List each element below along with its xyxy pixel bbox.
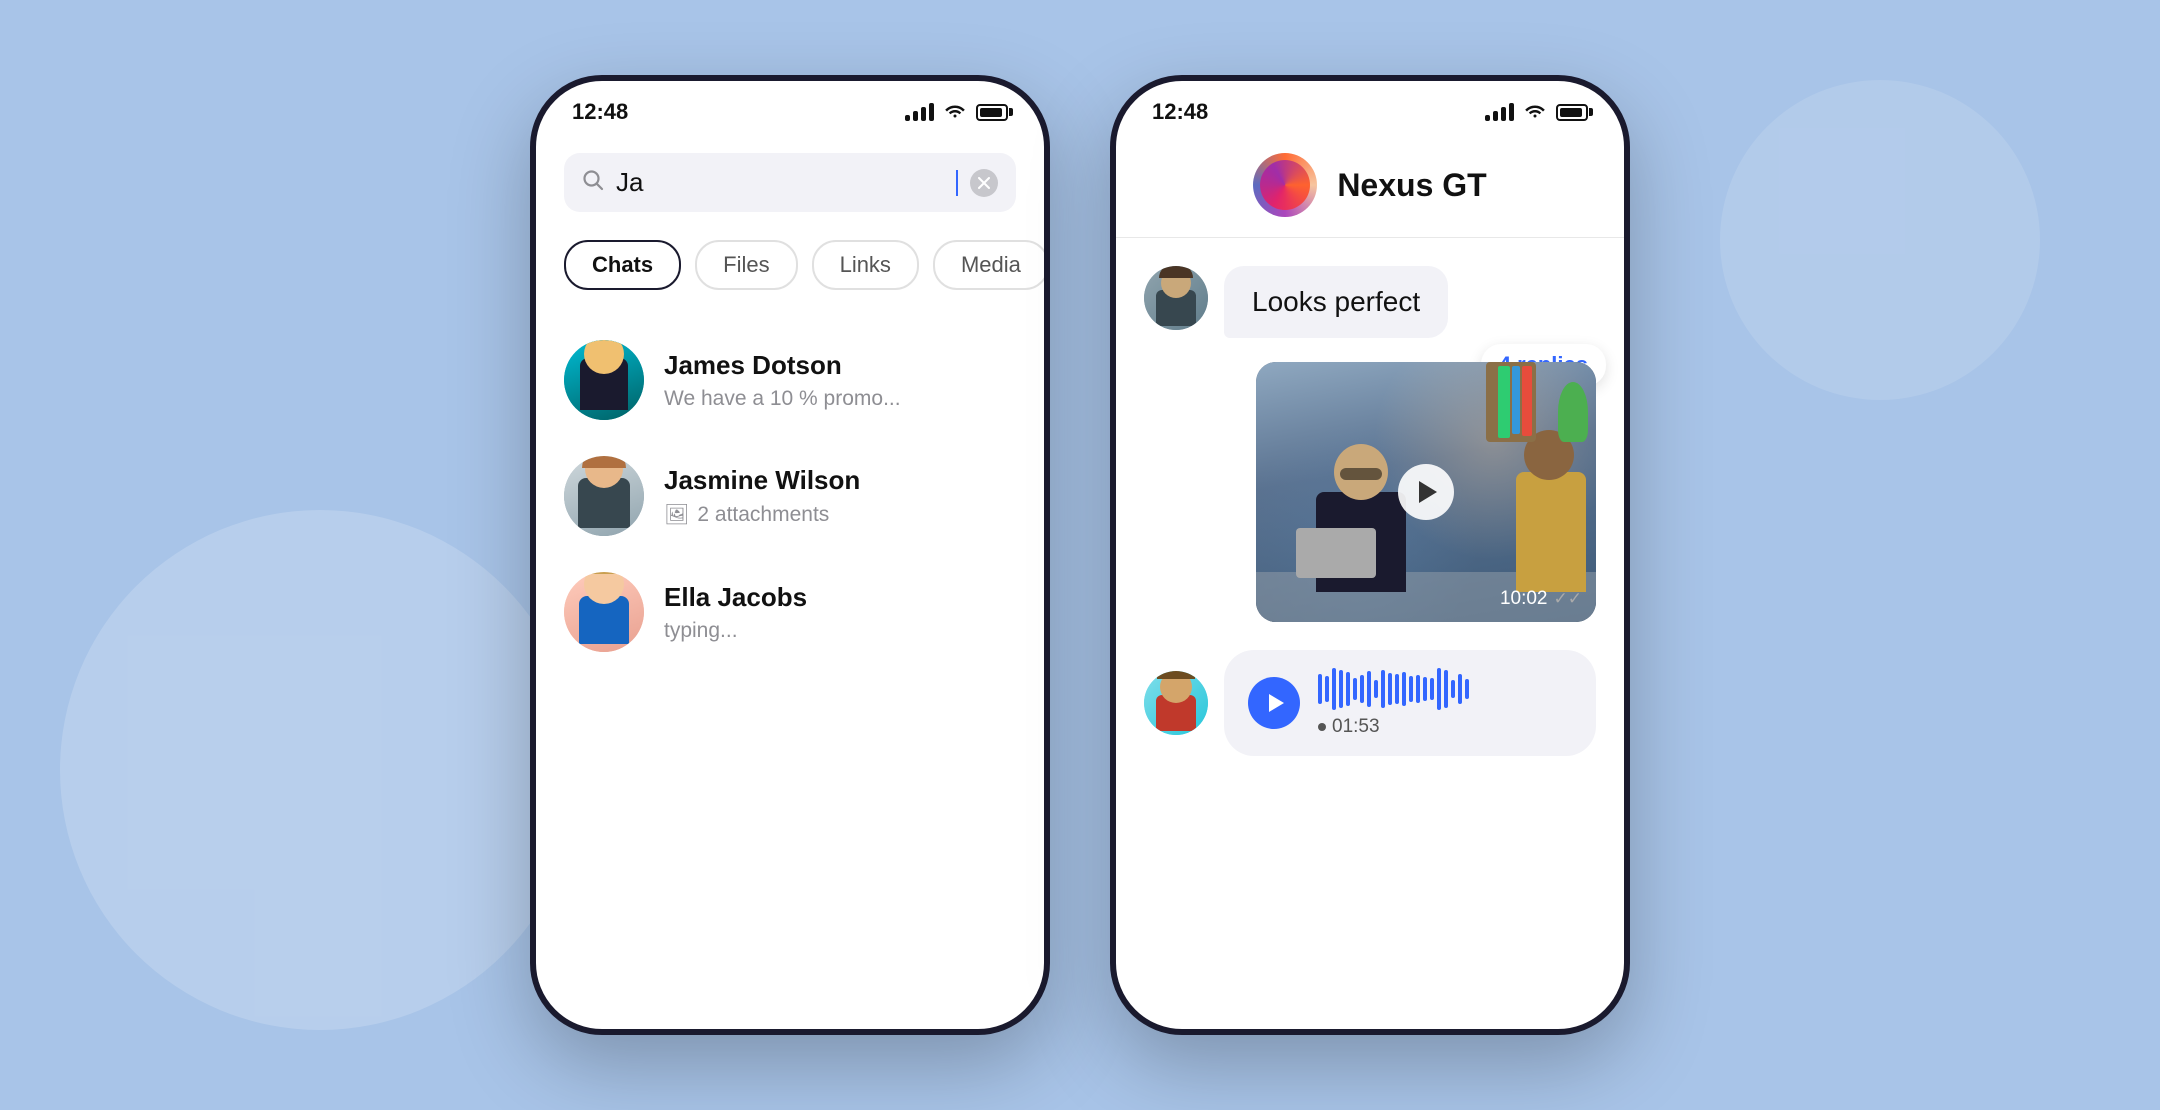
voice-content: 01:53 bbox=[1318, 668, 1469, 738]
video-container[interactable]: 4 replies bbox=[1256, 362, 1596, 622]
video-play-button[interactable] bbox=[1398, 464, 1454, 520]
wave-bar bbox=[1458, 674, 1462, 704]
voice-dot-icon bbox=[1318, 723, 1326, 731]
checkmarks-icon: ✓✓ bbox=[1554, 589, 1583, 609]
tab-links[interactable]: Links bbox=[812, 240, 919, 290]
phone-search: 12:48 bbox=[530, 75, 1050, 1035]
status-icons-1 bbox=[905, 102, 1008, 123]
wave-bar bbox=[1346, 672, 1350, 706]
wifi-icon-1 bbox=[944, 102, 966, 123]
wave-bar bbox=[1451, 680, 1455, 698]
chat-header: Nexus GT bbox=[1116, 133, 1624, 238]
tab-media[interactable]: Media bbox=[933, 240, 1049, 290]
chat-preview-james: We have a 10 % promo... bbox=[664, 387, 1016, 411]
voice-waveform bbox=[1318, 668, 1469, 710]
search-input-value[interactable]: Ja bbox=[616, 167, 942, 198]
battery-icon-1 bbox=[976, 104, 1008, 121]
chat-item-ella[interactable]: Ella Jacobs typing... bbox=[564, 554, 1016, 670]
wifi-icon-2 bbox=[1524, 102, 1546, 123]
wave-bar bbox=[1325, 676, 1329, 702]
chat-info-jasmine: Jasmine Wilson 🖼 2 attachments bbox=[664, 465, 1016, 527]
sender-avatar-msg1 bbox=[1144, 266, 1208, 330]
wave-bar bbox=[1402, 672, 1406, 706]
chat-messages: Looks perfect 4 replies bbox=[1116, 238, 1624, 784]
wave-bar bbox=[1423, 677, 1427, 701]
wave-bar bbox=[1381, 670, 1385, 708]
chat-info-james: James Dotson We have a 10 % promo... bbox=[664, 350, 1016, 411]
signal-icon-1 bbox=[905, 103, 934, 121]
tab-chats[interactable]: Chats bbox=[564, 240, 681, 290]
status-bar-1: 12:48 bbox=[536, 81, 1044, 133]
wave-bar bbox=[1367, 671, 1371, 707]
battery-icon-2 bbox=[1556, 104, 1588, 121]
chat-name-james: James Dotson bbox=[664, 350, 1016, 381]
status-icons-2 bbox=[1485, 102, 1588, 123]
chat-name-jasmine: Jasmine Wilson bbox=[664, 465, 1016, 496]
chat-list: James Dotson We have a 10 % promo... bbox=[564, 322, 1016, 670]
status-time-2: 12:48 bbox=[1152, 99, 1208, 125]
phones-container: 12:48 bbox=[530, 75, 1630, 1035]
message-row-1: Looks perfect bbox=[1144, 266, 1596, 338]
play-triangle-icon bbox=[1419, 481, 1437, 503]
voice-play-triangle bbox=[1269, 694, 1284, 712]
chat-item-james[interactable]: James Dotson We have a 10 % promo... bbox=[564, 322, 1016, 438]
text-cursor bbox=[956, 170, 958, 196]
message-row-video: 4 replies bbox=[1144, 362, 1596, 622]
sender-avatar-msg3 bbox=[1144, 671, 1208, 735]
wave-bar bbox=[1395, 674, 1399, 704]
search-clear-button[interactable] bbox=[970, 169, 998, 197]
voice-duration: 01:53 bbox=[1318, 716, 1469, 738]
chat-header-name: Nexus GT bbox=[1337, 167, 1486, 204]
signal-icon-2 bbox=[1485, 103, 1514, 121]
wave-bar bbox=[1409, 676, 1413, 702]
search-bar[interactable]: Ja bbox=[564, 153, 1016, 212]
wave-bar bbox=[1360, 675, 1364, 703]
avatar-james bbox=[564, 340, 644, 420]
wave-bar bbox=[1353, 678, 1357, 700]
chat-preview-ella: typing... bbox=[664, 619, 1016, 643]
chat-info-ella: Ella Jacobs typing... bbox=[664, 582, 1016, 643]
tab-files[interactable]: Files bbox=[695, 240, 797, 290]
wave-bar bbox=[1416, 675, 1420, 703]
wave-bar bbox=[1374, 680, 1378, 698]
wave-bar bbox=[1437, 668, 1441, 710]
wave-bar bbox=[1339, 670, 1343, 708]
status-bar-2: 12:48 bbox=[1116, 81, 1624, 133]
wave-bar bbox=[1318, 674, 1322, 704]
chat-item-jasmine[interactable]: Jasmine Wilson 🖼 2 attachments bbox=[564, 438, 1016, 554]
filter-tabs: Chats Files Links Media bbox=[564, 240, 1016, 290]
video-thumbnail: 10:02 ✓✓ bbox=[1256, 362, 1596, 622]
message-text-1: Looks perfect bbox=[1224, 266, 1448, 338]
message-row-voice: 01:53 bbox=[1144, 650, 1596, 756]
voice-play-button[interactable] bbox=[1248, 677, 1300, 729]
bg-decoration-circle-left bbox=[60, 510, 580, 1030]
search-icon bbox=[582, 169, 604, 197]
video-duration: 10:02 ✓✓ bbox=[1500, 588, 1582, 610]
wave-bar bbox=[1444, 670, 1448, 708]
wave-bar bbox=[1430, 678, 1434, 700]
chat-preview-jasmine: 🖼 2 attachments bbox=[664, 502, 1016, 527]
attachment-icon: 🖼 bbox=[664, 502, 689, 527]
voice-bubble: 01:53 bbox=[1224, 650, 1596, 756]
bg-decoration-circle-right bbox=[1720, 80, 2040, 400]
avatar-ella bbox=[564, 572, 644, 652]
wave-bar bbox=[1332, 668, 1336, 710]
wave-bar bbox=[1388, 673, 1392, 705]
phone-chat: 12:48 bbox=[1110, 75, 1630, 1035]
chat-name-ella: Ella Jacobs bbox=[664, 582, 1016, 613]
avatar-jasmine bbox=[564, 456, 644, 536]
wave-bar bbox=[1465, 679, 1469, 699]
nexus-avatar bbox=[1253, 153, 1317, 217]
status-time-1: 12:48 bbox=[572, 99, 628, 125]
